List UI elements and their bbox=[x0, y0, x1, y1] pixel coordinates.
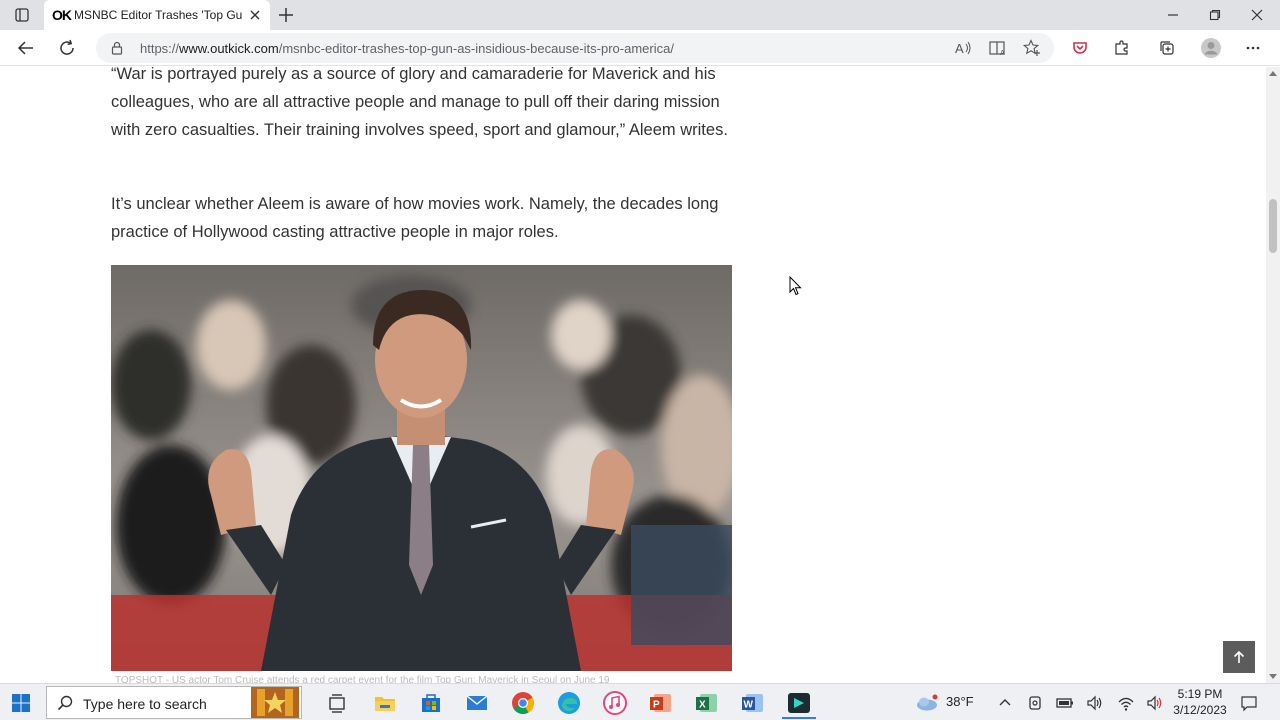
tab-strip: OK MSNBC Editor Trashes 'Top Gun bbox=[0, 0, 1280, 30]
close-window-button[interactable] bbox=[1234, 0, 1280, 30]
article-paragraph: It’s unclear whether Aleem is aware of h… bbox=[111, 195, 719, 241]
chrome-icon[interactable] bbox=[510, 690, 536, 716]
svg-text:P: P bbox=[653, 700, 660, 711]
pocket-extension-button[interactable] bbox=[1068, 37, 1092, 59]
svg-text:X: X bbox=[699, 700, 706, 711]
edge-icon[interactable] bbox=[556, 690, 582, 716]
extensions-icon bbox=[1115, 40, 1128, 55]
chevron-down-icon[interactable] bbox=[1269, 674, 1277, 680]
back-button[interactable] bbox=[14, 37, 38, 59]
tab-title: MSNBC Editor Trashes 'Top Gun bbox=[74, 8, 242, 22]
itunes-icon[interactable] bbox=[602, 690, 628, 716]
taskbar-search-box[interactable]: Type here to search bbox=[46, 686, 302, 719]
profile-button[interactable] bbox=[1199, 37, 1223, 59]
immersive-reader-button[interactable]: A bbox=[986, 37, 1010, 59]
weather-icon[interactable] bbox=[914, 690, 940, 716]
windows-icon[interactable] bbox=[10, 692, 32, 714]
photo-caption: TOPSHOT - US actor Tom Cruise attends a … bbox=[115, 675, 610, 683]
mail-icon[interactable] bbox=[464, 690, 490, 716]
scroll-thumb[interactable] bbox=[1269, 199, 1277, 253]
filmora-icon[interactable] bbox=[786, 690, 812, 716]
article-paragraph: “War is portrayed purely as a source of … bbox=[111, 67, 728, 139]
plus-icon[interactable] bbox=[276, 5, 296, 25]
site-favicon: OK bbox=[52, 7, 72, 23]
meet-now-icon[interactable] bbox=[1026, 694, 1044, 712]
read-aloud-icon: A bbox=[955, 41, 971, 56]
clock-date: 3/12/2023 bbox=[1173, 703, 1227, 717]
close-icon[interactable] bbox=[248, 8, 262, 22]
minimize-icon bbox=[1168, 14, 1178, 16]
clock-time: 5:19 PM bbox=[1177, 687, 1223, 701]
browser-tab[interactable]: OK MSNBC Editor Trashes 'Top Gun bbox=[44, 0, 270, 30]
more-button[interactable] bbox=[1241, 37, 1265, 59]
restore-button[interactable] bbox=[1192, 0, 1238, 30]
file-explorer-icon[interactable] bbox=[372, 690, 398, 716]
arrow-up-icon bbox=[1233, 650, 1245, 663]
volume-icon[interactable] bbox=[1086, 694, 1104, 712]
mouse-cursor-icon bbox=[789, 276, 802, 296]
word-icon[interactable]: W bbox=[740, 690, 766, 716]
minimize-button[interactable] bbox=[1150, 0, 1196, 30]
battery-icon[interactable] bbox=[1056, 694, 1074, 712]
powerpoint-icon[interactable]: P bbox=[648, 690, 674, 716]
svg-text:A: A bbox=[955, 41, 964, 56]
restore-icon bbox=[1209, 9, 1221, 21]
url-text[interactable]: https://www.outkick.com/msnbc-editor-tra… bbox=[140, 41, 674, 56]
more-icon bbox=[1246, 46, 1260, 50]
tab-actions-icon bbox=[15, 8, 29, 22]
favorite-button[interactable] bbox=[1020, 37, 1044, 59]
article-photo-image bbox=[111, 265, 732, 671]
extensions-button[interactable] bbox=[1110, 37, 1134, 59]
refresh-icon bbox=[60, 39, 74, 55]
lock-icon[interactable] bbox=[110, 41, 124, 55]
windows-taskbar: Type here to search P X W 38°F 5:19 PM 3… bbox=[0, 683, 1280, 720]
collections-icon bbox=[1160, 41, 1174, 55]
svg-text:W: W bbox=[744, 700, 754, 711]
page-content[interactable]: “War is portrayed purely as a source of … bbox=[0, 67, 1266, 683]
refresh-button[interactable] bbox=[55, 37, 79, 59]
search-placeholder: Type here to search bbox=[83, 696, 207, 712]
search-highlight-icon[interactable] bbox=[251, 687, 299, 718]
active-app-indicator bbox=[782, 717, 816, 719]
back-to-top-button[interactable] bbox=[1223, 641, 1255, 673]
notification-icon[interactable] bbox=[1240, 694, 1258, 712]
page-scrollbar[interactable] bbox=[1266, 67, 1280, 683]
url-scheme: https:// bbox=[140, 41, 180, 56]
close-icon bbox=[1251, 9, 1263, 21]
favorite-icon bbox=[1023, 39, 1040, 56]
url-path: /msnbc-editor-trashes-top-gun-as-insidio… bbox=[278, 41, 674, 56]
weather-temperature[interactable]: 38°F bbox=[946, 694, 974, 709]
pocket-icon bbox=[1073, 42, 1087, 54]
speaker-icon[interactable] bbox=[1146, 694, 1164, 712]
address-bar[interactable]: https://www.outkick.com/msnbc-editor-tra… bbox=[96, 33, 1054, 63]
system-clock[interactable]: 5:19 PM 3/12/2023 bbox=[1170, 686, 1230, 718]
read-aloud-button[interactable]: A bbox=[952, 37, 976, 59]
task-view-icon[interactable] bbox=[324, 690, 350, 716]
back-icon bbox=[17, 41, 33, 55]
store-icon[interactable] bbox=[418, 690, 444, 716]
url-host: www.outkick.com bbox=[179, 41, 279, 56]
chevron-up-icon[interactable] bbox=[1269, 70, 1277, 76]
svg-text:A: A bbox=[1000, 50, 1005, 56]
immersive-reader-icon: A bbox=[989, 41, 1005, 56]
excel-icon[interactable]: X bbox=[694, 690, 720, 716]
browser-toolbar: https://www.outkick.com/msnbc-editor-tra… bbox=[0, 30, 1280, 66]
collections-button[interactable] bbox=[1155, 37, 1179, 59]
search-icon bbox=[57, 695, 73, 711]
network-icon[interactable] bbox=[1117, 694, 1135, 712]
chevron-up-icon[interactable] bbox=[996, 694, 1014, 712]
tab-actions-button[interactable] bbox=[8, 5, 36, 25]
article-photo[interactable] bbox=[111, 265, 732, 671]
profile-icon bbox=[1201, 38, 1221, 58]
